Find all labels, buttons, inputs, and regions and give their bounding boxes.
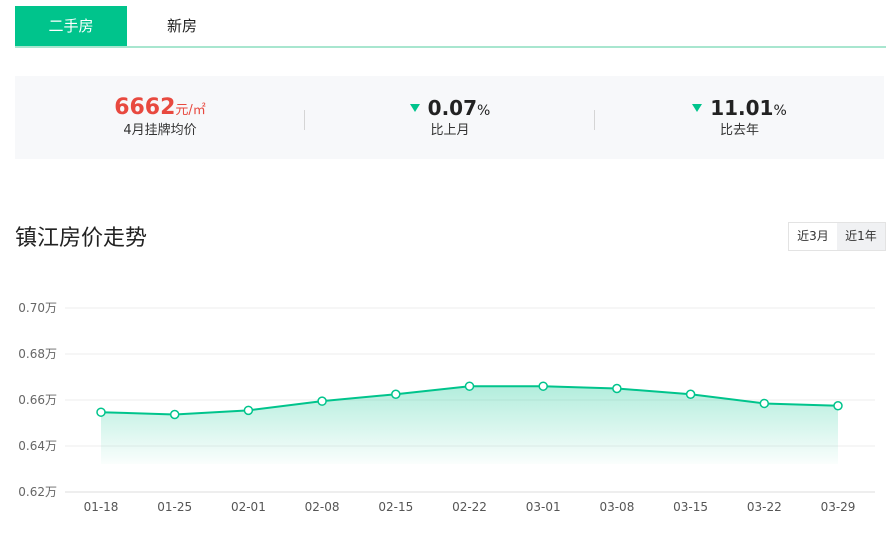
x-tick-label: 02-22 bbox=[452, 500, 487, 514]
x-tick-label: 03-22 bbox=[747, 500, 782, 514]
y-tick-label: 0.68万 bbox=[18, 347, 57, 361]
data-point[interactable] bbox=[612, 383, 622, 394]
data-point[interactable] bbox=[391, 389, 401, 399]
x-tick-label: 02-01 bbox=[231, 500, 266, 514]
data-point[interactable] bbox=[243, 405, 254, 416]
x-tick-label: 01-25 bbox=[157, 500, 192, 514]
data-point[interactable] bbox=[538, 381, 548, 391]
data-point[interactable] bbox=[96, 407, 106, 417]
y-tick-label: 0.70万 bbox=[18, 301, 57, 315]
x-tick-label: 03-01 bbox=[526, 500, 561, 514]
data-point[interactable] bbox=[833, 401, 843, 411]
x-tick-label: 03-29 bbox=[821, 500, 856, 514]
price-trend-chart: 0.62万 0.64万 0.66万 0.68万 0.70万 01-18 01-25 02-0… bbox=[18, 301, 875, 514]
y-tick-label: 0.64万 bbox=[18, 439, 57, 453]
x-tick-label: 02-08 bbox=[305, 500, 340, 514]
y-tick-label: 0.62万 bbox=[18, 485, 57, 499]
x-tick-label: 02-15 bbox=[378, 500, 413, 514]
data-point[interactable] bbox=[759, 398, 770, 409]
data-point[interactable] bbox=[169, 409, 180, 420]
data-point[interactable] bbox=[685, 389, 696, 399]
x-tick-label: 03-08 bbox=[599, 500, 634, 514]
data-point[interactable] bbox=[317, 396, 327, 406]
y-tick-label: 0.66万 bbox=[18, 393, 57, 407]
data-point[interactable] bbox=[464, 381, 475, 391]
x-tick-label: 03-15 bbox=[673, 500, 708, 514]
x-tick-label: 01-18 bbox=[84, 500, 119, 514]
